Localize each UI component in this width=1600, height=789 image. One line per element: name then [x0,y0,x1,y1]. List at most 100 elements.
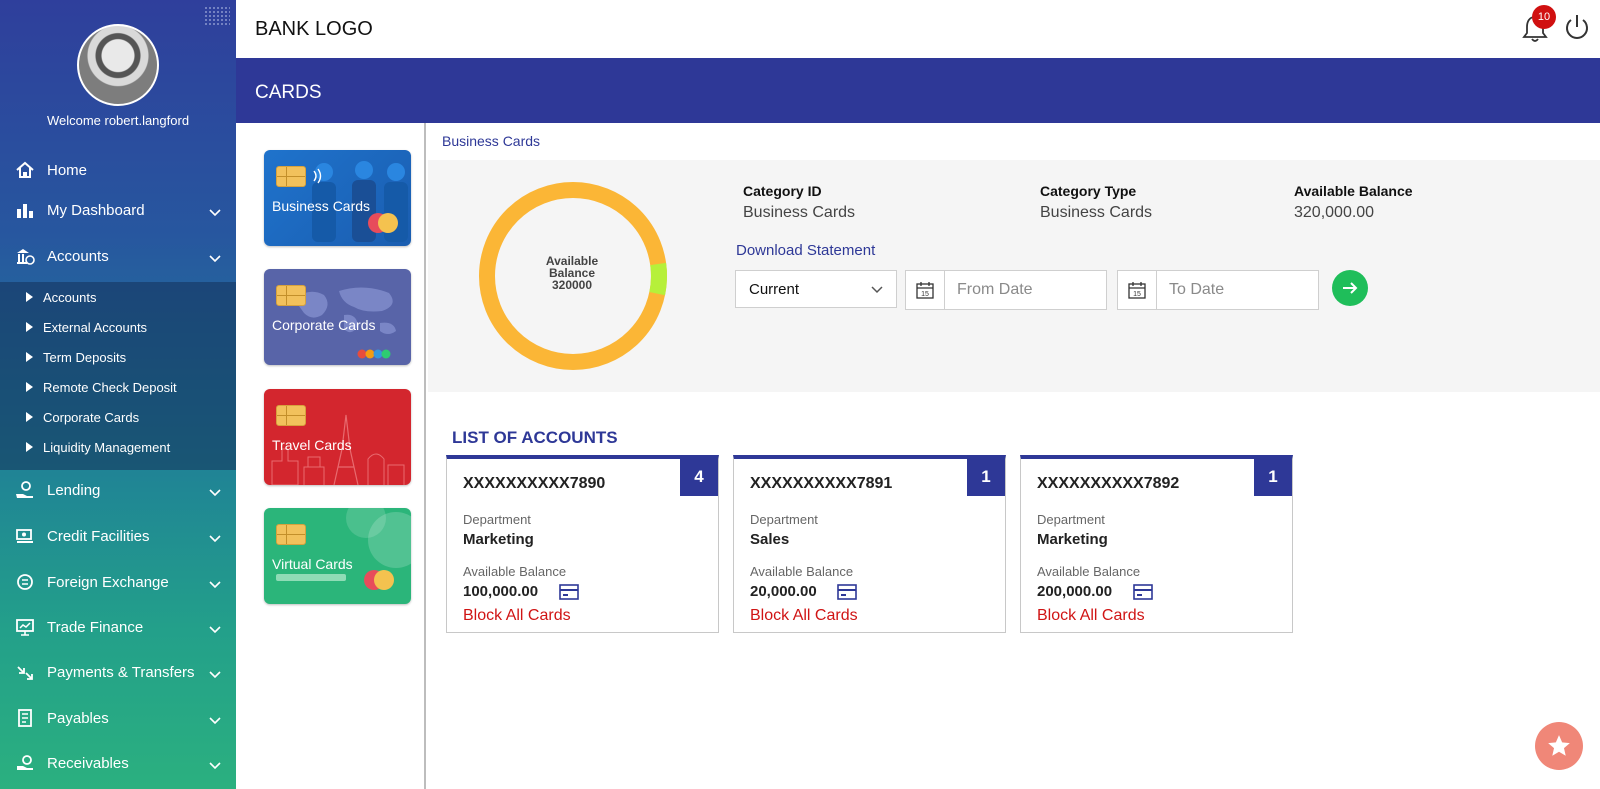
chevron-down-icon [209,209,221,217]
chevron-down-icon [209,489,221,497]
sidebar-item-home[interactable]: Home [0,150,236,190]
department-value: Marketing [463,531,534,548]
page-title-bar: CARDS [236,58,1600,123]
caret-right-icon [26,412,33,422]
sidebar-item-label: Receivables [47,754,129,772]
balance-label: Available Balance [750,564,854,579]
card-tile-label: Virtual Cards [272,556,353,572]
payments-icon [14,661,36,683]
arrow-right-icon [1343,282,1358,294]
submenu-item-term-deposits[interactable]: Term Deposits [0,342,236,372]
department-label: Department [1037,512,1105,527]
submenu-item-external-accounts[interactable]: External Accounts [0,312,236,342]
notification-badge: 10 [1532,5,1556,29]
account-card[interactable]: XXXXXXXXXX7891 1 Department Sales Availa… [733,455,1006,633]
available-balance-value: 320,000.00 [1294,204,1375,221]
block-all-cards-link[interactable]: Block All Cards [750,607,858,625]
page-title: CARDS [255,82,322,103]
chevron-down-icon [209,717,221,725]
top-bar: BANK LOGO 10 [236,0,1600,58]
sidebar-item-payments-transfers[interactable]: Payments & Transfers [0,652,236,692]
submenu-label: External Accounts [43,319,148,335]
statement-period-select[interactable]: Current [735,270,897,308]
credit-card-icon[interactable] [837,584,857,600]
mastercard-logo-right [378,213,398,233]
submenu-label: Corporate Cards [43,409,140,425]
submenu-item-accounts[interactable]: Accounts [0,282,236,312]
card-tile-label: Travel Cards [272,437,352,453]
department-value: Sales [750,531,790,548]
caret-right-icon [26,292,33,302]
card-chip-icon [276,524,306,545]
calendar-icon[interactable]: 15 [1118,271,1157,309]
accounts-icon [14,245,36,267]
download-go-button[interactable] [1332,270,1368,306]
submenu-label: Liquidity Management [43,439,171,455]
breadcrumb[interactable]: Business Cards [442,133,540,149]
account-card[interactable]: XXXXXXXXXX7890 4 Department Marketing Av… [446,455,719,633]
trade-finance-icon [14,616,36,638]
to-date-input[interactable] [1158,271,1316,309]
sidebar-item-label: Payables [47,709,109,727]
power-icon[interactable] [1562,13,1592,43]
calendar-icon[interactable]: 15 [906,271,945,309]
card-type-rail: Business Cards Corporate Cards Travel Ca… [236,123,426,789]
department-value: Marketing [1037,531,1108,548]
submenu-label: Accounts [43,289,97,305]
foreign-exchange-icon [14,571,36,593]
caret-right-icon [26,382,33,392]
sidebar-item-receivables[interactable]: Receivables [0,743,236,783]
card-tile-travel[interactable]: Travel Cards [264,389,411,485]
card-tile-corporate[interactable]: Corporate Cards [264,269,411,365]
bank-logo[interactable]: BANK LOGO [255,18,373,41]
dot-pattern [204,6,230,26]
sidebar-item-label: Credit Facilities [47,527,150,545]
category-id-label: Category ID [743,183,822,199]
category-id-value: Business Cards [743,204,856,221]
sidebar-item-foreign-exchange[interactable]: Foreign Exchange [0,562,236,602]
account-number: XXXXXXXXXX7892 [1037,475,1180,492]
sidebar-item-lending[interactable]: Lending [0,470,236,510]
payables-icon [14,707,36,729]
submenu-item-remote-check-deposit[interactable]: Remote Check Deposit [0,372,236,402]
submenu-item-corporate-cards[interactable]: Corporate Cards [0,402,236,432]
contactless-icon [313,168,322,184]
submenu-item-liquidity-management[interactable]: Liquidity Management [0,432,236,462]
account-card[interactable]: XXXXXXXXXX7892 1 Department Marketing Av… [1020,455,1293,633]
card-count-badge: 4 [680,458,718,496]
credit-card-icon[interactable] [1133,584,1153,600]
sidebar-item-my-dashboard[interactable]: My Dashboard [0,190,236,230]
download-statement-link[interactable]: Download Statement [736,242,875,259]
available-balance-label: Available Balance [1294,183,1413,199]
balance-value: 20,000.00 [750,583,817,600]
block-all-cards-link[interactable]: Block All Cards [463,607,571,625]
card-tile-business[interactable]: Business Cards [264,150,411,246]
from-date-field[interactable]: 15 [905,270,1107,310]
mastercard-logo-right [374,570,394,590]
block-all-cards-link[interactable]: Block All Cards [1037,607,1145,625]
avatar[interactable] [77,24,159,106]
sidebar-item-label: My Dashboard [47,201,145,219]
category-type-value: Business Cards [1040,204,1153,221]
credit-card-icon[interactable] [559,584,579,600]
credit-facilities-icon [14,525,36,547]
chevron-down-icon [209,255,221,263]
sidebar-item-accounts[interactable]: Accounts [0,236,236,276]
svg-text:15: 15 [1133,291,1141,298]
sidebar-item-trade-finance[interactable]: Trade Finance [0,607,236,647]
sidebar-item-payables[interactable]: Payables [0,698,236,738]
sidebar-item-credit-facilities[interactable]: Credit Facilities [0,516,236,556]
balance-label: Available Balance [463,564,567,579]
balance-label: Available Balance [1037,564,1141,579]
welcome-text: Welcome robert.langford [46,113,190,128]
balance-value: 100,000.00 [463,583,539,600]
star-icon [1548,735,1570,756]
card-tile-virtual[interactable]: Virtual Cards [264,508,411,604]
chevron-down-icon [209,762,221,770]
favorite-fab-button[interactable] [1535,722,1583,770]
to-date-field[interactable]: 15 [1117,270,1319,310]
sidebar-item-label: Foreign Exchange [47,573,169,591]
donut-label: Available Balance [545,254,599,280]
from-date-input[interactable] [946,271,1104,309]
department-label: Department [463,512,531,527]
